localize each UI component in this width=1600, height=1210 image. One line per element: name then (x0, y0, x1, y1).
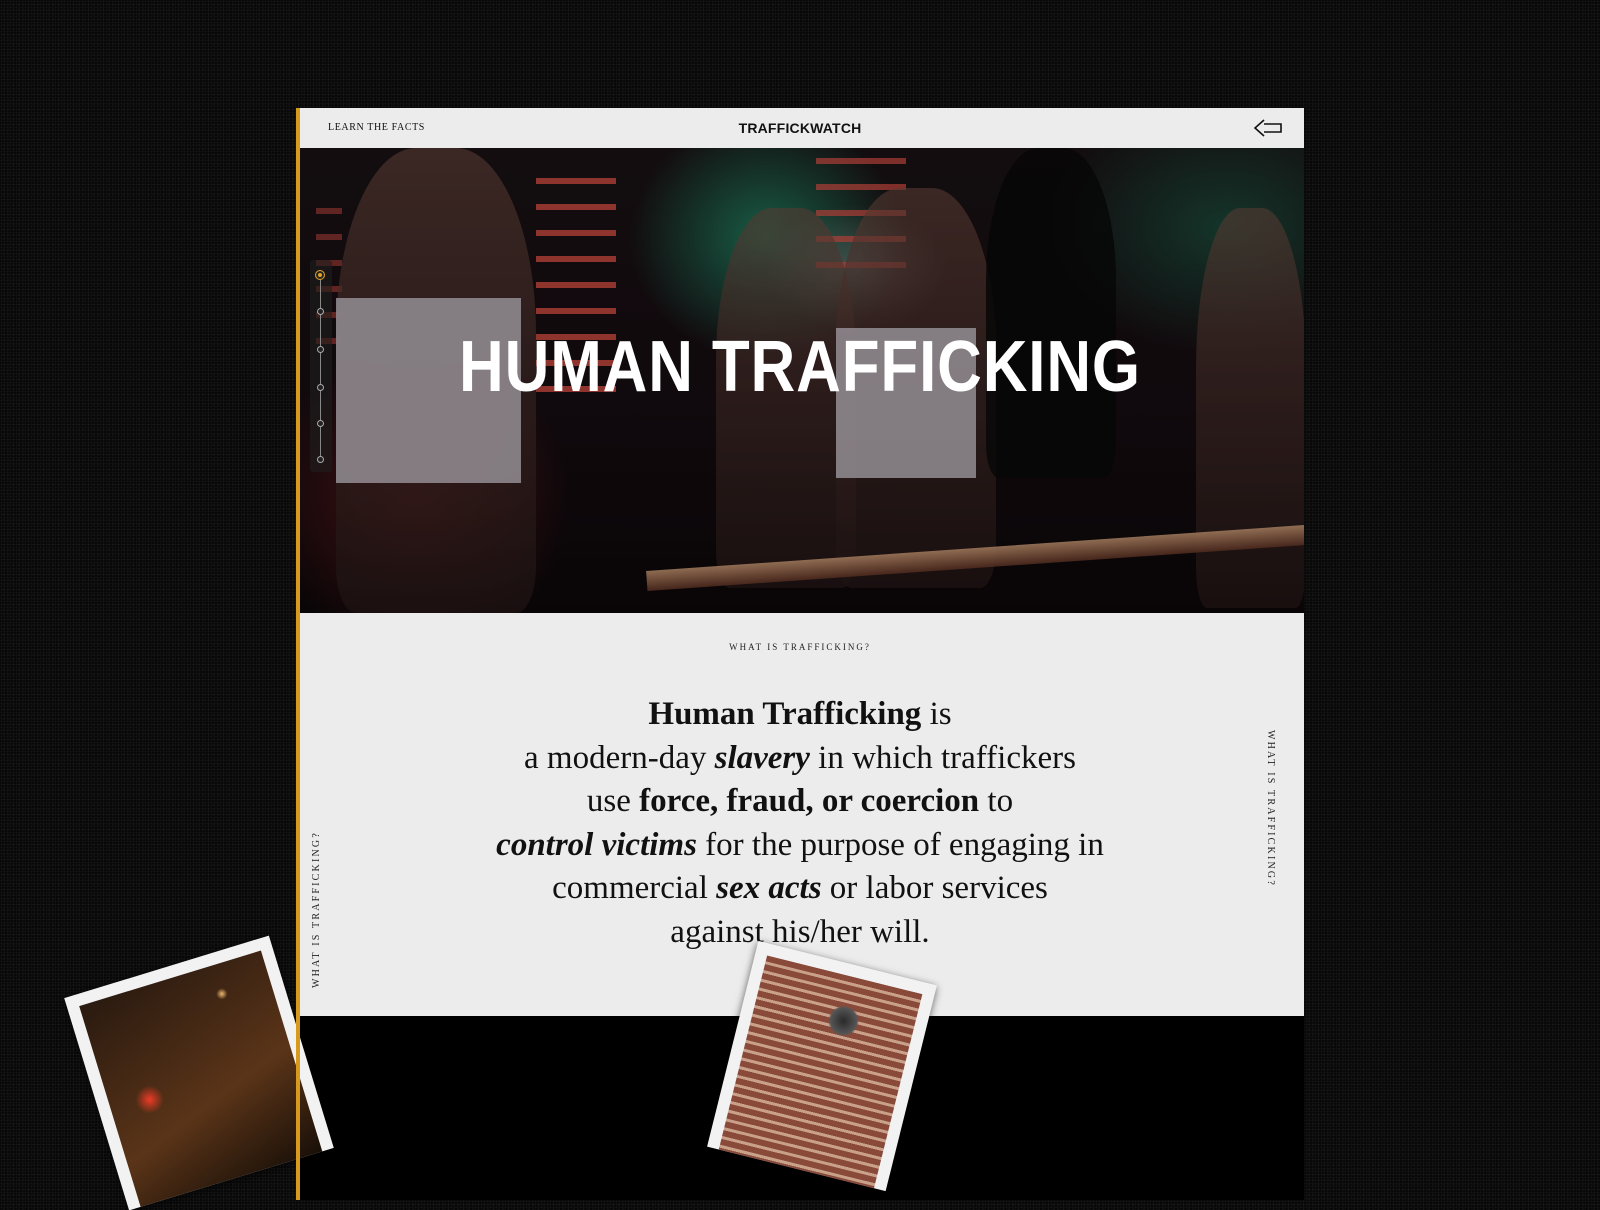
side-label-right: WHAT IS TRAFFICKING? (1265, 730, 1276, 887)
progress-track (320, 272, 321, 458)
side-label-left: WHAT IS TRAFFICKING? (311, 831, 322, 988)
top-navigation-bar: LEARN THE FACTS TRAFFICKWATCH (296, 108, 1304, 148)
progress-step[interactable] (317, 308, 324, 315)
definition-text-part: a modern-day (524, 739, 715, 776)
polaroid-image (79, 950, 323, 1207)
polaroid-photo[interactable] (64, 935, 334, 1210)
hero-image: HUMAN TRAFFICKING (296, 148, 1304, 613)
polaroid-image (718, 955, 923, 1189)
accent-bar (296, 108, 300, 1200)
progress-step[interactable] (317, 456, 324, 463)
emphasis-force-fraud-coercion: force, fraud, or coercion (639, 783, 980, 819)
definition-term: Human Trafficking (648, 696, 922, 732)
emphasis-slavery: slavery (714, 739, 810, 776)
progress-step[interactable] (317, 346, 324, 353)
arrow-left-icon[interactable] (1252, 117, 1284, 139)
definition-text-part: is (921, 696, 952, 732)
definition-text-part: use (586, 783, 640, 819)
definition-text-part: commercial (552, 870, 717, 906)
scroll-progress[interactable] (310, 260, 332, 472)
definition-text-part: to (979, 783, 1014, 819)
definition-text-part: against his/her will. (670, 913, 930, 950)
progress-step-active[interactable] (315, 270, 325, 280)
definition-text-part: in which traffickers (809, 739, 1076, 776)
progress-step[interactable] (317, 420, 324, 427)
section-label: WHAT IS TRAFFICKING? (729, 642, 871, 652)
definition-text-part: for the purpose of engaging in (696, 826, 1104, 863)
hero-title: HUMAN TRAFFICKING (459, 327, 1141, 407)
emphasis-control-victims: control victims (496, 826, 697, 863)
emphasis-sex-acts: sex acts (716, 870, 822, 906)
progress-step[interactable] (317, 384, 324, 391)
definition-text: Human Trafficking is a modern-day slaver… (396, 693, 1204, 954)
definition-text-part: or labor services (821, 870, 1048, 906)
brand-logo[interactable]: TRAFFICKWATCH (296, 120, 1304, 136)
